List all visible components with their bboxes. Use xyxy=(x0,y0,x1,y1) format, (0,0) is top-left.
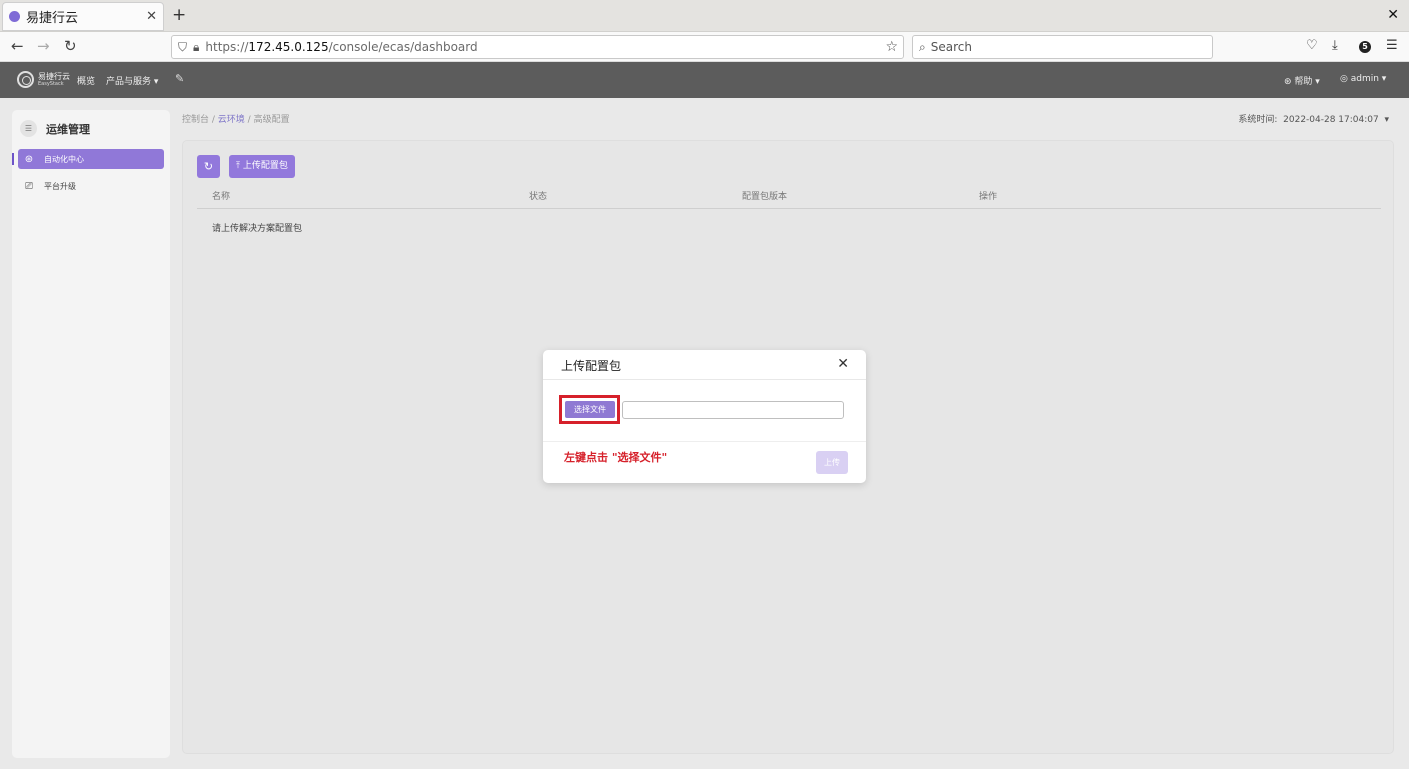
bookmark-star-icon[interactable]: ☆ xyxy=(885,39,898,55)
search-icon: ⌕ xyxy=(919,39,926,54)
tab-close-icon[interactable]: ✕ xyxy=(146,9,157,24)
refresh-icon: ↻ xyxy=(203,160,214,173)
app-header: 易捷行云 EasyStack 概览 产品与服务 ▾ ✎ ⊛ 帮助 ▾ ◎ adm… xyxy=(0,62,1409,98)
help-label: 帮助 ▾ xyxy=(1294,77,1320,87)
column-header-status: 状态 xyxy=(529,192,548,202)
column-header-version: 配置包版本 xyxy=(742,192,788,202)
table-empty-text: 请上传解决方案配置包 xyxy=(212,224,303,234)
sidebar-item-automation-center[interactable]: ⊛ 自动化中心 xyxy=(18,149,164,169)
reload-icon[interactable]: ↻ xyxy=(64,37,77,55)
column-header-actions: 操作 xyxy=(979,192,998,202)
browser-tab[interactable]: 易捷行云 ✕ xyxy=(2,2,164,31)
column-header-name: 名称 xyxy=(212,192,231,202)
pin-icon[interactable]: ✎ xyxy=(175,72,184,85)
upload-config-label: 上传配置包 xyxy=(242,161,288,171)
url-host: 172.45.0.125 xyxy=(248,40,329,54)
url-protocol: https:// xyxy=(205,40,249,54)
automation-icon: ⊛ xyxy=(24,153,34,165)
logo-mark-icon xyxy=(17,71,34,88)
sidebar-header: ☰ 运维管理 xyxy=(20,120,90,137)
help-dropdown[interactable]: ⊛ 帮助 ▾ xyxy=(1284,74,1320,87)
user-icon: ◎ xyxy=(1340,74,1348,84)
upload-submit-button[interactable]: 上传 xyxy=(816,451,848,474)
nav-products-dropdown[interactable]: 产品与服务 ▾ xyxy=(106,74,158,87)
shield-icon: ⛉ xyxy=(178,39,188,54)
breadcrumb-home[interactable]: 控制台 / xyxy=(182,115,215,125)
help-icon: ⊛ xyxy=(1284,77,1292,87)
url-path: /console/ecas/dashboard xyxy=(328,40,478,54)
sidebar-title: 运维管理 xyxy=(46,122,90,136)
menu-icon[interactable]: ☰ xyxy=(1386,38,1398,53)
tab-title: 易捷行云 xyxy=(26,11,79,26)
user-dropdown[interactable]: ◎ admin ▾ xyxy=(1340,74,1386,84)
nav-overview[interactable]: 概览 xyxy=(77,74,95,87)
forward-arrow-icon[interactable]: → xyxy=(37,37,50,55)
extension-badge[interactable]: 5 xyxy=(1359,41,1371,53)
logo[interactable]: 易捷行云 EasyStack xyxy=(17,71,70,88)
user-label: admin ▾ xyxy=(1350,74,1387,84)
caret-down-icon: ▾ xyxy=(1384,115,1389,125)
system-time-label: 系统时间: xyxy=(1238,115,1278,125)
favicon-icon xyxy=(9,11,20,22)
lock-icon: 🔒︎ xyxy=(193,39,200,54)
url-bar[interactable]: ⛉ 🔒︎ https://172.45.0.125/console/ecas/d… xyxy=(171,35,904,59)
search-input[interactable]: ⌕ Search xyxy=(912,35,1213,59)
file-name-input[interactable] xyxy=(622,401,844,419)
breadcrumb: 控制台 / 云环境 / 高级配置 xyxy=(182,112,290,125)
window-close-button[interactable]: ✕ xyxy=(1387,7,1399,23)
sidebar: ☰ 运维管理 ⊛ 自动化中心 ⎚ 平台升级 xyxy=(12,110,170,758)
search-placeholder: Search xyxy=(930,40,972,54)
pocket-icon[interactable]: ♡ xyxy=(1306,38,1318,53)
upgrade-monitor-icon: ⎚ xyxy=(25,180,33,192)
system-time[interactable]: 系统时间: 2022-04-28 17:04:07 ▾ xyxy=(1238,112,1389,125)
upload-icon: ⤒ xyxy=(236,161,240,171)
upload-config-modal: 上传配置包 ✕ 选择文件 左键点击 "选择文件" 上传 xyxy=(543,350,866,483)
breadcrumb-separator: / xyxy=(247,115,251,125)
browser-nav-bar: ← → ↻ ⛉ 🔒︎ https://172.45.0.125/console/… xyxy=(0,32,1409,62)
sidebar-item-label: 平台升级 xyxy=(44,181,76,191)
system-time-value: 2022-04-28 17:04:07 xyxy=(1283,115,1379,125)
upload-config-button[interactable]: ⤒ 上传配置包 xyxy=(229,155,295,178)
back-arrow-icon[interactable]: ← xyxy=(11,37,24,55)
sidebar-active-indicator xyxy=(12,153,14,165)
breadcrumb-cloud-env[interactable]: 云环境 xyxy=(218,115,245,125)
instruction-annotation: 左键点击 "选择文件" xyxy=(564,451,668,464)
modal-footer-divider xyxy=(543,441,866,442)
new-tab-button[interactable]: + xyxy=(172,6,186,24)
modal-close-icon[interactable]: ✕ xyxy=(837,356,849,372)
modal-title: 上传配置包 xyxy=(561,359,622,373)
browser-tab-bar: 易捷行云 ✕ + ✕ xyxy=(0,0,1409,32)
table-header-divider xyxy=(197,208,1381,209)
modal-divider xyxy=(543,379,866,380)
sidebar-item-label: 自动化中心 xyxy=(44,154,84,164)
breadcrumb-current: 高级配置 xyxy=(253,115,290,125)
menu-list-icon[interactable]: ☰ xyxy=(20,120,37,137)
download-icon[interactable]: ⤓ xyxy=(1332,38,1338,53)
logo-text-cn: 易捷行云 xyxy=(38,72,70,81)
logo-text-en: EasyStack xyxy=(38,81,64,87)
refresh-button[interactable]: ↻ xyxy=(197,155,220,178)
sidebar-item-platform-upgrade[interactable]: ⎚ 平台升级 xyxy=(18,176,164,196)
choose-file-button[interactable]: 选择文件 xyxy=(565,401,615,418)
